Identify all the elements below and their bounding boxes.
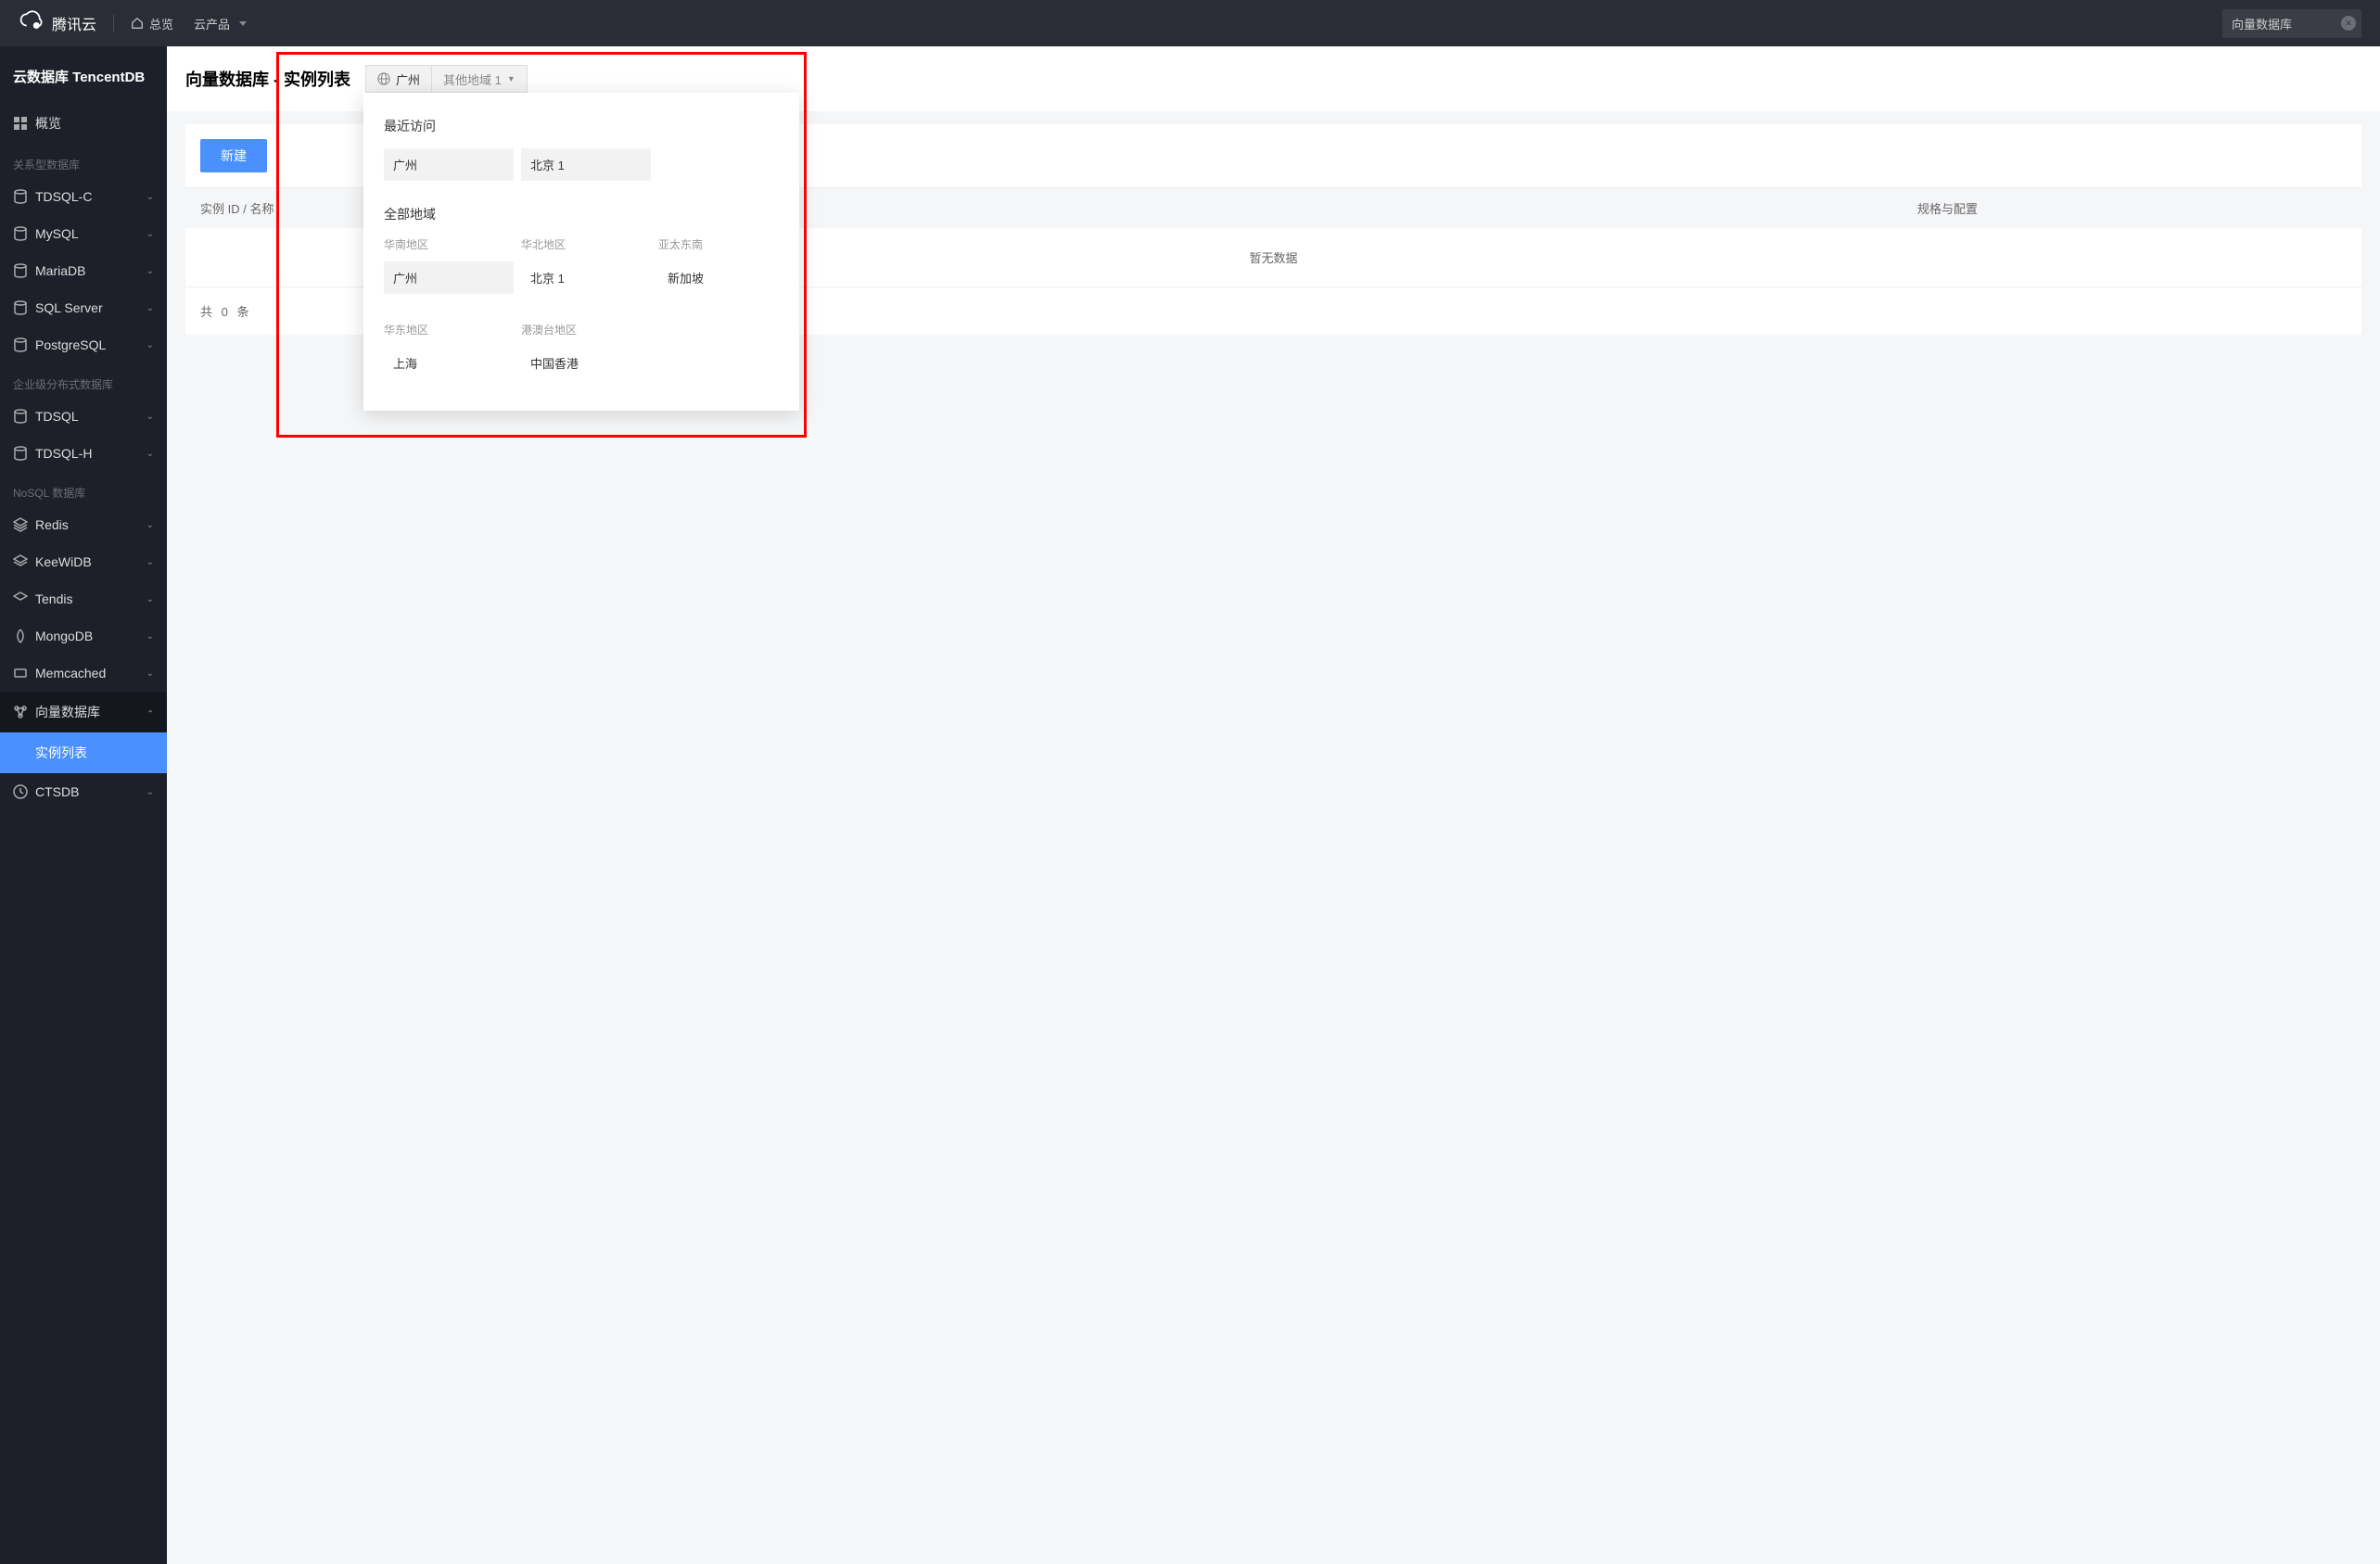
stack-icon: [13, 554, 28, 569]
sidebar-memcached[interactable]: Memcached⌄: [0, 655, 167, 692]
db-icon: [13, 446, 28, 461]
home-icon: [131, 17, 144, 30]
brand-text: 腾讯云: [52, 12, 96, 34]
tencent-cloud-icon: [19, 9, 45, 38]
region-other-button[interactable]: 其他地域 1 ▼: [432, 65, 528, 93]
sidebar-redis[interactable]: Redis⌄: [0, 506, 167, 543]
grid-icon: [13, 116, 28, 131]
chevron-down-icon: ▼: [507, 74, 515, 83]
sidebar-title: 云数据库 TencentDB: [0, 46, 167, 103]
stack-icon: [13, 517, 28, 532]
sidebar-keewidb[interactable]: KeeWiDB⌄: [0, 543, 167, 580]
sidebar-mariadb[interactable]: MariaDB⌄: [0, 252, 167, 289]
group-label-nosql: NoSQL 数据库: [0, 472, 167, 506]
sidebar-instance-list[interactable]: 实例列表: [0, 732, 167, 773]
db-icon: [13, 409, 28, 424]
region-beijing1[interactable]: 北京 1: [521, 261, 651, 294]
sidebar-overview[interactable]: 概览: [0, 103, 167, 144]
products-label: 云产品: [194, 15, 230, 32]
clear-icon[interactable]: [2341, 16, 2356, 31]
chevron-down-icon: ⌄: [146, 594, 154, 604]
region-shanghai[interactable]: 上海: [384, 347, 514, 379]
region-singapore[interactable]: 新加坡: [658, 261, 788, 294]
region-group-south: 华南地区: [384, 236, 514, 252]
sidebar-mysql[interactable]: MySQL⌄: [0, 215, 167, 252]
chevron-down-icon: ⌄: [146, 340, 154, 350]
chevron-down-icon: ⌄: [146, 668, 154, 679]
region-other-label: 其他地域 1: [443, 70, 502, 88]
sidebar-tendis[interactable]: Tendis⌄: [0, 580, 167, 617]
sidebar-tdsql[interactable]: TDSQL⌄: [0, 398, 167, 435]
chevron-down-icon: ⌄: [146, 631, 154, 642]
chevron-down-icon: ⌄: [146, 229, 154, 239]
sidebar-postgresql[interactable]: PostgreSQL⌄: [0, 326, 167, 363]
db-icon: [13, 300, 28, 315]
db-icon: [13, 226, 28, 241]
vector-icon: [13, 705, 28, 719]
region-group-east: 华东地区: [384, 322, 514, 337]
sidebar-overview-label: 概览: [35, 114, 61, 133]
overview-link[interactable]: 总览: [131, 15, 173, 32]
region-guangzhou[interactable]: 广州: [384, 261, 514, 294]
chevron-down-icon: [239, 21, 247, 26]
region-popover: 最近访问 广州 北京 1 全部地域 华南地区 广州 华北地区 北京 1 亚太东南…: [363, 93, 799, 411]
region-group-apse: 亚太东南: [658, 236, 788, 252]
sidebar-sqlserver[interactable]: SQL Server⌄: [0, 289, 167, 326]
sidebar-mongodb[interactable]: MongoDB⌄: [0, 617, 167, 655]
chevron-down-icon: ⌄: [146, 412, 154, 422]
chevron-down-icon: ⌄: [146, 303, 154, 313]
divider: [113, 15, 114, 32]
region-group-hmt: 港澳台地区: [521, 322, 651, 337]
brand-logo[interactable]: 腾讯云: [19, 9, 96, 38]
recent-region-guangzhou[interactable]: 广州: [384, 148, 514, 181]
page-title: 向量数据库 - 实例列表: [185, 67, 350, 91]
chevron-down-icon: ⌄: [146, 192, 154, 202]
sidebar-ctsdb[interactable]: CTSDB⌄: [0, 773, 167, 810]
region-group-north: 华北地区: [521, 236, 651, 252]
col-spec: 规格与配置: [630, 199, 2347, 217]
recent-region-beijing1[interactable]: 北京 1: [521, 148, 651, 181]
region-current-button[interactable]: 广州: [365, 65, 432, 93]
clock-icon: [13, 784, 28, 799]
sidebar-tdsqlc[interactable]: TDSQL-C⌄: [0, 178, 167, 215]
db-icon: [13, 337, 28, 352]
overview-label: 总览: [149, 15, 173, 32]
products-dropdown[interactable]: 云产品: [194, 15, 247, 32]
sidebar: 云数据库 TencentDB 概览 关系型数据库 TDSQL-C⌄ MySQL⌄…: [0, 46, 167, 1564]
chevron-down-icon: ⌄: [146, 520, 154, 530]
group-label-relational: 关系型数据库: [0, 144, 167, 178]
chevron-down-icon: ⌄: [146, 266, 154, 276]
new-button[interactable]: 新建: [200, 139, 267, 172]
all-regions-title: 全部地域: [384, 205, 779, 223]
group-label-distributed: 企业级分布式数据库: [0, 363, 167, 398]
stack-icon: [13, 591, 28, 606]
chevron-down-icon: ⌄: [146, 787, 154, 797]
globe-icon: [377, 72, 390, 85]
leaf-icon: [13, 629, 28, 643]
chevron-down-icon: ⌄: [146, 449, 154, 459]
sidebar-tdsqlh[interactable]: TDSQL-H⌄: [0, 435, 167, 472]
search-wrap: [2222, 9, 2361, 38]
region-hongkong[interactable]: 中国香港: [521, 347, 651, 379]
recent-title: 最近访问: [384, 117, 779, 135]
topbar: 腾讯云 总览 云产品: [0, 0, 2380, 46]
region-current-label: 广州: [396, 70, 420, 88]
cache-icon: [13, 666, 28, 680]
chevron-down-icon: ⌄: [146, 557, 154, 567]
region-selector: 广州 其他地域 1 ▼: [365, 65, 528, 93]
db-icon: [13, 263, 28, 278]
chevron-up-icon: ⌄: [146, 707, 154, 718]
sidebar-vectordb[interactable]: 向量数据库⌄: [0, 692, 167, 732]
db-icon: [13, 189, 28, 204]
